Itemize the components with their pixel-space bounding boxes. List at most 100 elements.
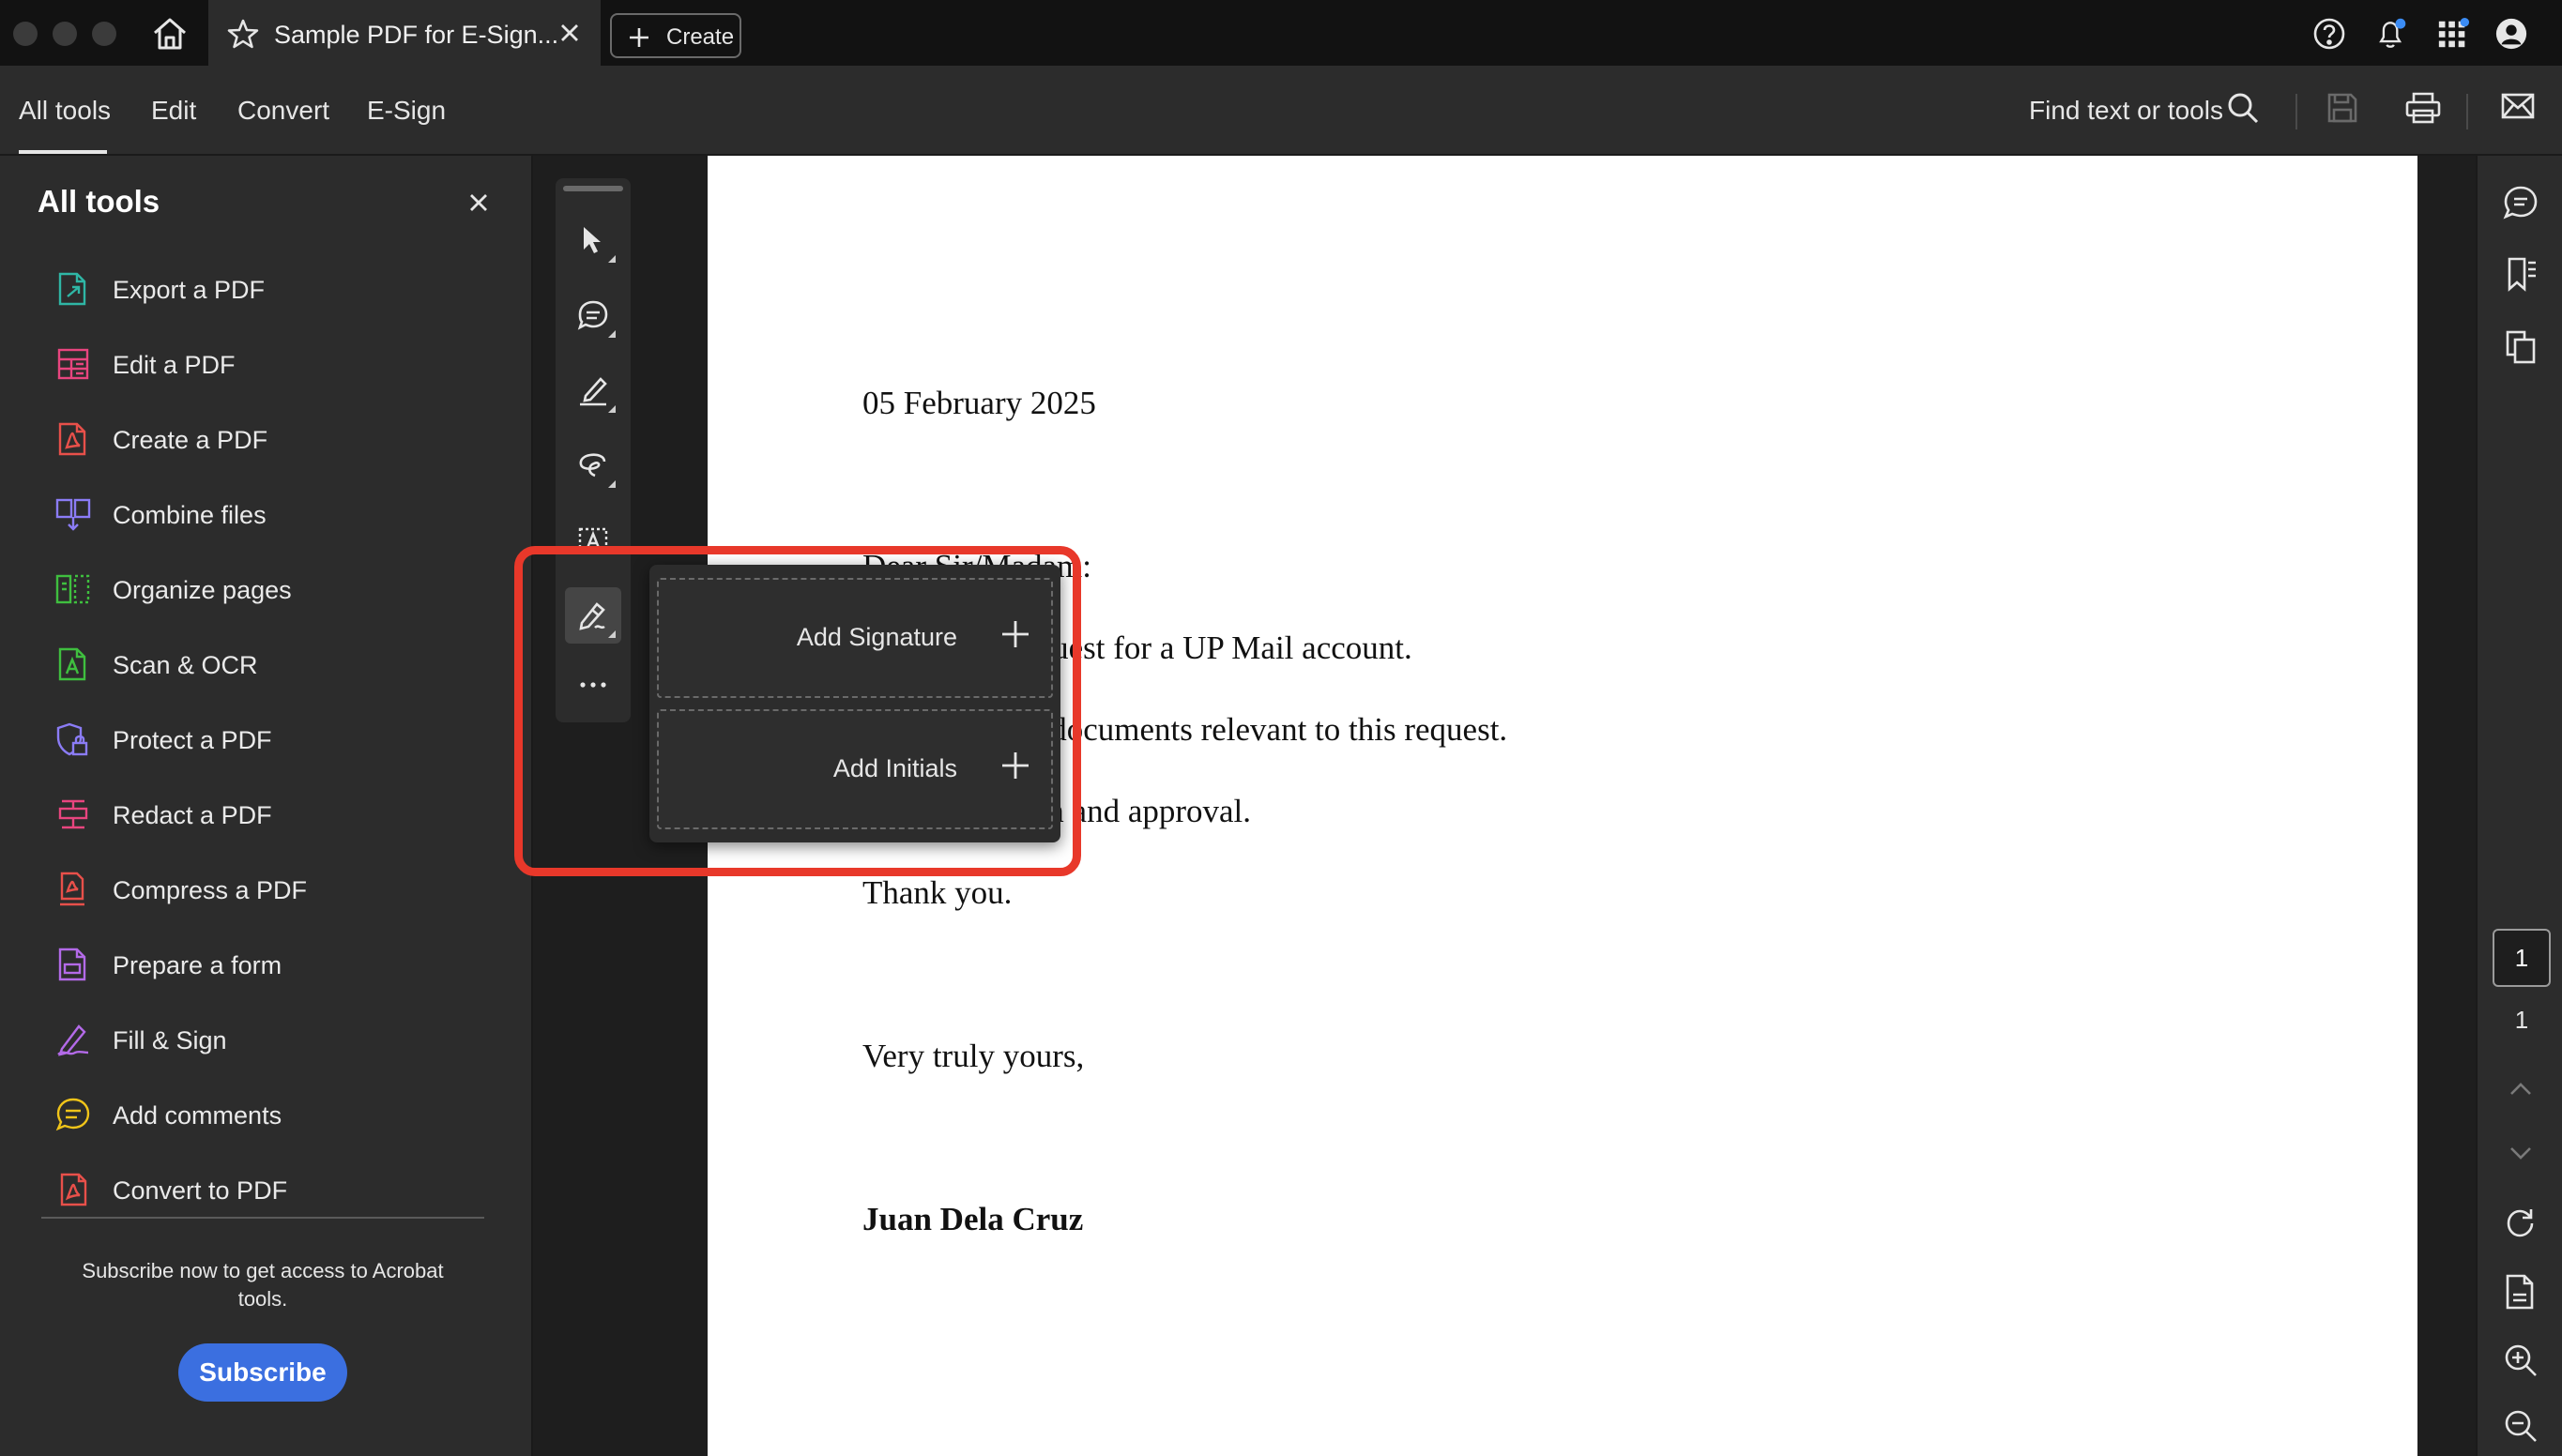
tool-label: Convert to PDF bbox=[113, 1176, 288, 1205]
document-tab[interactable]: Sample PDF for E-Sign... bbox=[208, 0, 601, 66]
current-page-field[interactable]: 1 bbox=[2493, 929, 2551, 987]
select-tool-button[interactable] bbox=[565, 212, 621, 268]
tool-label: Export a PDF bbox=[113, 276, 266, 304]
comments-panel-icon[interactable] bbox=[2502, 184, 2539, 221]
submenu-indicator bbox=[608, 330, 616, 338]
tool-label: Create a PDF bbox=[113, 426, 268, 454]
window-close-button[interactable] bbox=[13, 22, 38, 46]
search-icon[interactable] bbox=[2226, 91, 2260, 125]
document-closing: Very truly yours, bbox=[862, 1038, 1085, 1074]
tool-label: Prepare a form bbox=[113, 951, 282, 979]
create-button[interactable]: Create bbox=[610, 13, 741, 58]
highlight-icon bbox=[580, 377, 607, 406]
tab-convert[interactable]: Convert bbox=[237, 96, 329, 126]
redact-pdf-icon bbox=[58, 799, 88, 829]
rotate-icon[interactable] bbox=[2502, 1205, 2539, 1242]
pages-icon[interactable] bbox=[2502, 328, 2539, 366]
panel-title: All tools bbox=[38, 184, 160, 219]
protect-pdf-icon bbox=[56, 722, 88, 756]
apps-icon[interactable] bbox=[2436, 17, 2470, 51]
tab-all-tools[interactable]: All tools bbox=[19, 96, 111, 126]
notifications-icon[interactable] bbox=[2374, 17, 2408, 51]
tool-protect-pdf[interactable]: Protect a PDF bbox=[54, 713, 496, 769]
tool-label: Redact a PDF bbox=[113, 801, 272, 829]
fill-sign-icon bbox=[57, 1024, 89, 1056]
window-zoom-button[interactable] bbox=[92, 22, 116, 46]
total-pages: 1 bbox=[2514, 1006, 2529, 1034]
separator bbox=[2295, 94, 2297, 129]
tool-label: Add comments bbox=[113, 1101, 282, 1130]
add-comments-icon bbox=[55, 1098, 90, 1131]
subscribe-text: Subscribe now to get access to Acrobat t… bbox=[82, 1259, 444, 1311]
print-icon[interactable] bbox=[2404, 91, 2442, 125]
combine-files-icon bbox=[55, 498, 91, 531]
title-bar: Sample PDF for E-Sign... Create bbox=[0, 0, 2562, 66]
star-icon[interactable] bbox=[227, 18, 259, 50]
home-icon bbox=[154, 18, 186, 50]
document-signatory: Juan Dela Cruz bbox=[862, 1201, 1084, 1237]
draw-icon bbox=[579, 453, 606, 478]
window-minimize-button[interactable] bbox=[53, 22, 77, 46]
tool-label: Edit a PDF bbox=[113, 351, 236, 379]
separator bbox=[2466, 94, 2468, 129]
compress-pdf-icon bbox=[60, 872, 84, 906]
help-icon[interactable] bbox=[2312, 17, 2346, 51]
tool-edit-pdf[interactable]: Edit a PDF bbox=[54, 338, 496, 394]
tool-create-pdf[interactable]: Create a PDF bbox=[54, 413, 496, 469]
prepare-form-icon bbox=[58, 948, 86, 981]
close-icon[interactable] bbox=[559, 23, 580, 43]
document-date: 05 February 2025 bbox=[862, 385, 1096, 421]
zoom-out-icon[interactable] bbox=[2502, 1407, 2539, 1445]
highlight-annotation bbox=[514, 546, 1081, 876]
tool-combine-files[interactable]: Combine files bbox=[54, 488, 496, 544]
tool-label: Combine files bbox=[113, 501, 267, 529]
plus-icon bbox=[630, 28, 648, 47]
tool-export-pdf[interactable]: Export a PDF bbox=[54, 263, 496, 319]
submenu-indicator bbox=[608, 480, 616, 488]
tool-label: Organize pages bbox=[113, 576, 292, 604]
close-icon[interactable] bbox=[469, 193, 488, 212]
tool-redact-pdf[interactable]: Redact a PDF bbox=[54, 788, 496, 844]
scan-ocr-icon bbox=[58, 647, 86, 681]
mail-icon[interactable] bbox=[2500, 91, 2536, 121]
highlight-tool-button[interactable] bbox=[565, 362, 621, 418]
create-pdf-icon bbox=[58, 422, 86, 456]
bookmarks-icon[interactable] bbox=[2502, 255, 2539, 293]
tool-prepare-form[interactable]: Prepare a form bbox=[54, 938, 496, 994]
tool-label: Compress a PDF bbox=[113, 876, 308, 904]
fit-page-icon[interactable] bbox=[2502, 1272, 2539, 1313]
home-button[interactable] bbox=[150, 15, 190, 53]
toolbar-drag-handle[interactable] bbox=[563, 186, 623, 191]
convert-to-pdf-icon bbox=[60, 1173, 87, 1206]
zoom-in-icon[interactable] bbox=[2502, 1342, 2539, 1379]
tool-scan-ocr[interactable]: Scan & OCR bbox=[54, 638, 496, 694]
tab-edit[interactable]: Edit bbox=[151, 96, 196, 126]
right-rail: 1 1 bbox=[2476, 156, 2562, 1456]
tool-label: Protect a PDF bbox=[113, 726, 272, 754]
account-icon[interactable] bbox=[2494, 17, 2528, 51]
draw-tool-button[interactable] bbox=[565, 437, 621, 493]
select-icon bbox=[584, 227, 601, 253]
tool-fill-sign[interactable]: Fill & Sign bbox=[54, 1013, 496, 1069]
find-text-or-tools-button[interactable]: Find text or tools bbox=[2029, 96, 2223, 126]
edit-pdf-icon bbox=[57, 348, 89, 380]
comment-tool-button[interactable] bbox=[565, 287, 621, 343]
organize-pages-icon bbox=[55, 574, 90, 604]
all-tools-panel: All tools Export a PDF Edit a PDF Create… bbox=[0, 156, 533, 1456]
subscribe-button[interactable]: Subscribe bbox=[178, 1343, 347, 1402]
tool-organize-pages[interactable]: Organize pages bbox=[54, 563, 496, 619]
tool-label: Scan & OCR bbox=[113, 651, 258, 679]
submenu-indicator bbox=[608, 255, 616, 263]
tool-compress-pdf[interactable]: Compress a PDF bbox=[54, 863, 496, 919]
document-thanks: Thank you. bbox=[862, 874, 1013, 911]
tab-e-sign[interactable]: E-Sign bbox=[367, 96, 446, 126]
chevron-up-icon[interactable] bbox=[2502, 1075, 2539, 1101]
tool-label: Fill & Sign bbox=[113, 1026, 227, 1054]
submenu-indicator bbox=[608, 405, 616, 413]
create-label: Create bbox=[666, 24, 735, 50]
save-icon[interactable] bbox=[2326, 91, 2359, 125]
tool-add-comments[interactable]: Add comments bbox=[54, 1088, 496, 1145]
tool-convert-to-pdf[interactable]: Convert to PDF bbox=[54, 1163, 496, 1220]
chevron-down-icon[interactable] bbox=[2502, 1141, 2539, 1167]
tab-title: Sample PDF for E-Sign... bbox=[274, 21, 559, 49]
